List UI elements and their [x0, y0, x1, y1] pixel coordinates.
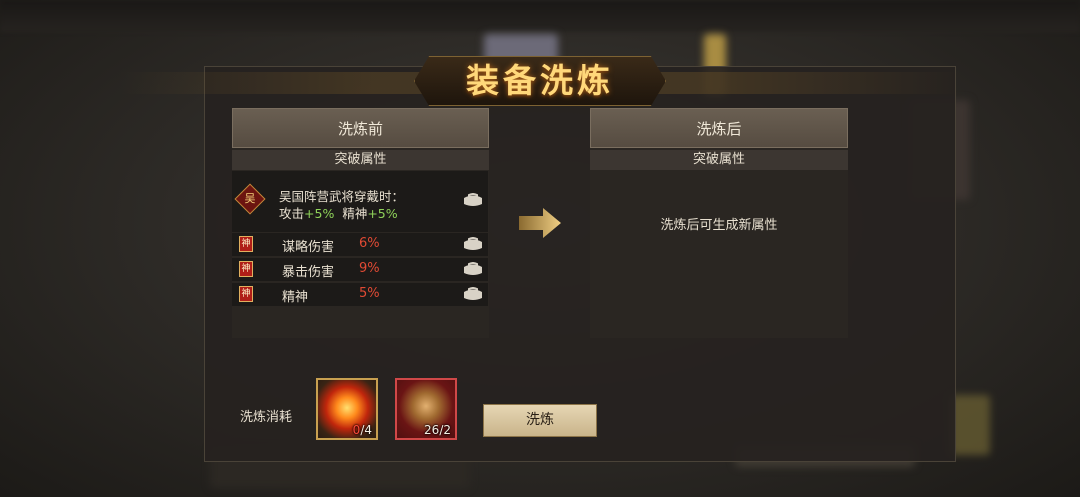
cost-label: 洗炼消耗 [240, 410, 293, 425]
attribute-value: 6% [359, 236, 380, 251]
lock-toggle-icon[interactable] [461, 262, 485, 276]
attribute-name: 谋略伤害 [282, 240, 335, 255]
lock-toggle-icon[interactable] [461, 237, 485, 251]
background-top-bar [0, 0, 1080, 32]
lock-toggle-icon[interactable] [461, 193, 485, 207]
before-subheader: 突破属性 [232, 150, 489, 170]
attribute-value: 5% [359, 286, 380, 301]
after-placeholder-text: 洗炼后可生成新属性 [660, 218, 778, 233]
faction-wu-label: 吴 [244, 192, 256, 205]
dialog-title: 装备洗炼 [466, 61, 614, 100]
atk-value: +5% [304, 206, 335, 221]
after-body [590, 148, 848, 338]
item-count: 0/4 [352, 423, 372, 437]
lock-toggle-icon[interactable] [461, 287, 485, 301]
before-header: 洗炼前 [232, 108, 489, 148]
spirit-value: +5% [367, 206, 398, 221]
gold-ingot-icon[interactable]: 26/2 [395, 378, 457, 440]
refine-button[interactable]: 洗炼 [483, 404, 597, 437]
background-blur [950, 395, 990, 455]
attribute-name: 精神 [282, 290, 309, 305]
attribute-name: 暴击伤害 [282, 265, 335, 280]
divine-badge-icon: 神 [239, 236, 253, 252]
fire-orb-icon[interactable]: 0/4 [316, 378, 378, 440]
attribute-value: 9% [359, 261, 380, 276]
divine-badge-icon: 神 [239, 261, 253, 277]
after-subheader: 突破属性 [590, 150, 848, 170]
atk-label: 攻击 [279, 206, 305, 221]
arrow-right-icon [519, 208, 561, 238]
item-count: 26/2 [424, 423, 451, 437]
after-header: 洗炼后 [590, 108, 848, 148]
set-bonus-effects: 攻击+5% 精神+5% [279, 203, 398, 222]
spirit-label: 精神 [342, 206, 368, 221]
divine-badge-icon: 神 [239, 286, 253, 302]
